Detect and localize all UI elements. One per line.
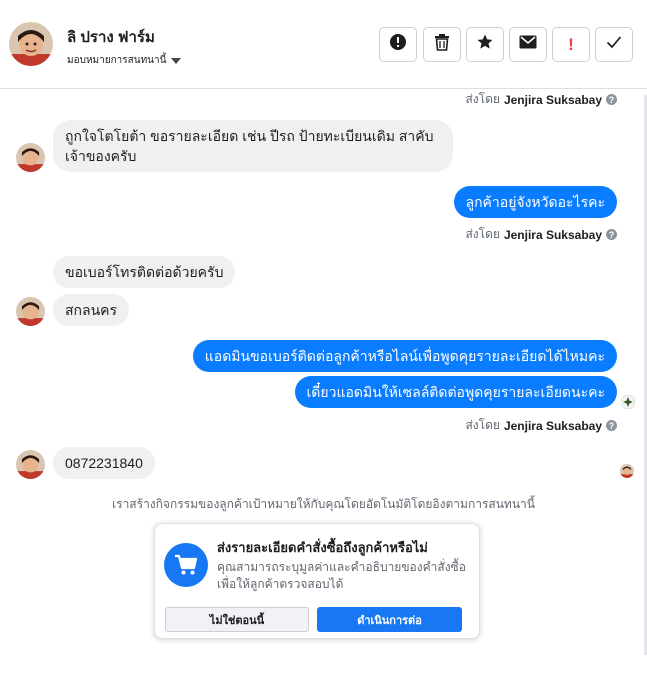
sent-by-agent: Jenjira Suksabay <box>503 227 602 242</box>
sent-by-label: ส่งโดย Jenjira Suksabay ? <box>465 90 617 109</box>
continue-button[interactable]: ดำเนินการต่อ <box>317 607 462 632</box>
seen-indicator-icon <box>621 395 635 409</box>
caret-down-icon <box>171 58 182 64</box>
shopping-cart-icon <box>164 543 208 587</box>
mark-spam-button[interactable] <box>379 27 417 62</box>
alert-circle-icon <box>389 33 407 56</box>
mark-done-button[interactable] <box>595 27 633 62</box>
contact-avatar-small <box>16 450 45 479</box>
contact-avatar-small <box>16 297 45 326</box>
contact-name[interactable]: ลิ ปราง ฟาร์ม <box>67 25 155 49</box>
outgoing-message[interactable]: ลูกค้าอยู่จังหวัดอะไรคะ <box>453 186 617 218</box>
follow-up-button[interactable]: ! <box>552 27 590 62</box>
help-icon[interactable]: ? <box>606 229 617 240</box>
incoming-message[interactable]: 0872231840 <box>53 447 155 479</box>
sent-by-prefix: ส่งโดย <box>465 227 500 241</box>
card-title: ส่งรายละเอียดคำสั่งซื้อถึงลูกค้าหรือไม่ <box>217 540 428 555</box>
incoming-message[interactable]: ถูกใจโตโยต้า ขอรายละเอียด เช่น ปีรถ ป้าย… <box>53 120 453 172</box>
exclamation-icon: ! <box>568 34 574 54</box>
assign-conversation-dropdown[interactable]: มอบหมายการสนทนานี้ <box>67 53 182 68</box>
sent-by-label: ส่งโดย Jenjira Suksabay ? <box>465 225 617 244</box>
star-button[interactable] <box>466 27 504 62</box>
sent-by-prefix: ส่งโดย <box>465 418 500 432</box>
seen-avatar-icon <box>620 464 634 478</box>
sent-by-agent: Jenjira Suksabay <box>503 92 602 107</box>
check-icon <box>606 35 622 54</box>
delete-button[interactable] <box>423 27 461 62</box>
mark-unread-button[interactable] <box>509 27 547 62</box>
sent-by-prefix: ส่งโดย <box>465 92 500 106</box>
assign-label: มอบหมายการสนทนานี้ <box>67 55 167 66</box>
trash-icon <box>434 33 450 56</box>
star-icon <box>476 33 494 56</box>
order-details-card: ส่งรายละเอียดคำสั่งซื้อถึงลูกค้าหรือไม่ … <box>154 523 480 639</box>
outgoing-message[interactable]: เดี๋ยวแอดมินให้เซลล์ติดต่อพูดคุยรายละเอี… <box>294 376 617 408</box>
sent-by-label: ส่งโดย Jenjira Suksabay ? <box>465 416 617 435</box>
sent-by-agent: Jenjira Suksabay <box>503 418 602 433</box>
help-icon[interactable]: ? <box>606 94 617 105</box>
incoming-message[interactable]: สกลนคร <box>53 294 130 326</box>
not-now-button[interactable]: ไม่ใช่ตอนนี้ <box>165 607 309 632</box>
system-note: เราสร้างกิจกรรมของลูกค้าเป้าหมายให้กับคุ… <box>112 497 535 511</box>
conversation-header: ลิ ปราง ฟาร์ม มอบหมายการสนทนานี้ ! <box>0 0 647 89</box>
mail-icon <box>519 35 537 54</box>
card-description: คุณสามารถระบุมูลค่าและคำอธิบายของคำสั่งซ… <box>217 560 466 591</box>
contact-avatar-small <box>16 143 45 172</box>
help-icon[interactable]: ? <box>606 420 617 431</box>
contact-avatar[interactable] <box>9 22 53 66</box>
outgoing-message[interactable]: แอดมินขอเบอร์ติดต่อลูกค้าหรือไลน์เพื่อพู… <box>192 340 617 372</box>
incoming-message[interactable]: ขอเบอร์โทรติดต่อด้วยครับ <box>53 256 236 288</box>
